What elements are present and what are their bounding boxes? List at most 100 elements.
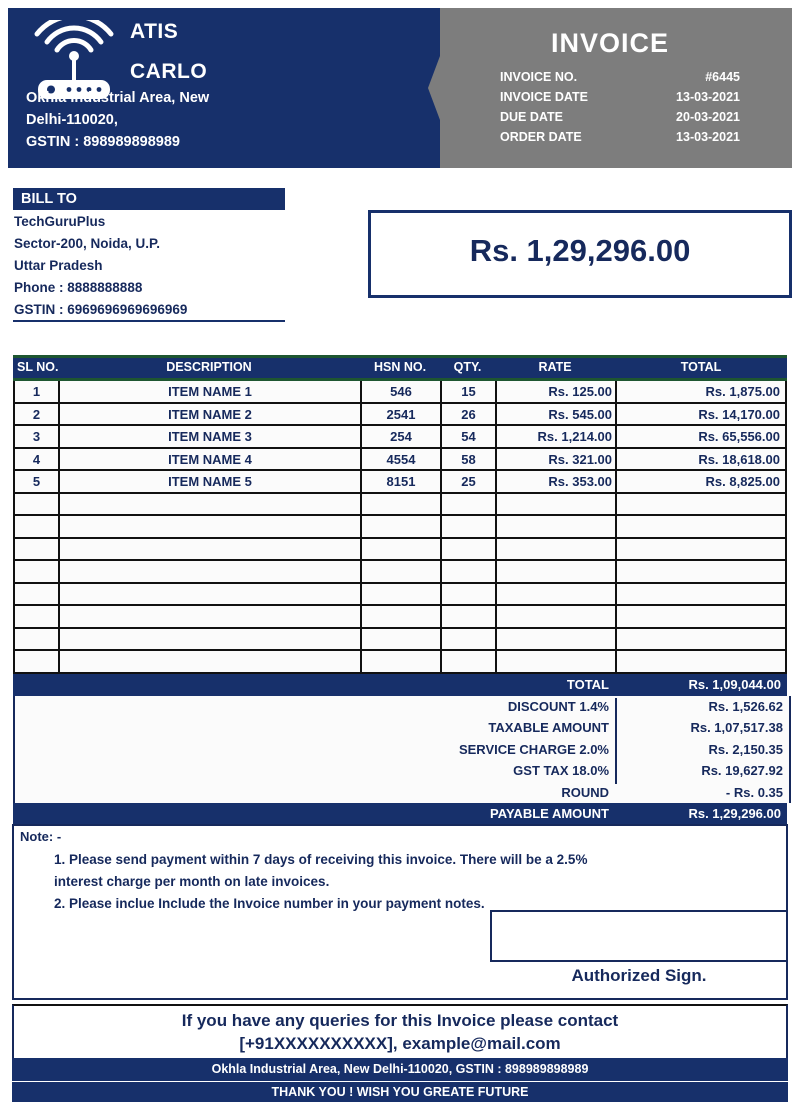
grand-total-box: Rs. 1,29,296.00 [368, 210, 792, 298]
invoice-number-row: INVOICE NO. #6445 [500, 70, 778, 89]
note-line-2: interest charge per month on late invoic… [54, 874, 330, 889]
gst-tax-value: Rs. 19,627.92 [701, 763, 783, 778]
service-charge-value: Rs. 2,150.35 [708, 741, 783, 757]
item-cell-total [615, 561, 787, 584]
item-cell-description [58, 538, 360, 561]
item-cell-rate: Rs. 321.00 [495, 448, 615, 471]
discount-label: DISCOUNT 1.4% [507, 698, 609, 714]
column-header-qty: QTY. [453, 360, 482, 374]
item-cell-rate [495, 606, 615, 629]
item-cell-description [58, 516, 360, 539]
bill-to-state: Uttar Pradesh [14, 258, 103, 273]
footer-address-bar: Okhla Industrial Area, New Delhi-110020,… [12, 1058, 788, 1081]
order-date-value: 13-03-2021 [676, 130, 740, 144]
table-row[interactable] [13, 606, 787, 629]
payable-amount-label: PAYABLE AMOUNT [490, 806, 609, 821]
item-cell-sl [13, 583, 58, 606]
item-cell-description [58, 651, 360, 674]
item-cell-total [615, 516, 787, 539]
invoice-page: ATIS CARLO Okhla Industrial Area, New De… [0, 0, 800, 1109]
table-row[interactable] [13, 651, 787, 674]
gst-tax-label: GST TAX 18.0% [513, 763, 609, 778]
item-cell-qty [440, 493, 495, 516]
item-cell-total [615, 538, 787, 561]
taxable-amount-label: TAXABLE AMOUNT [488, 720, 609, 735]
taxable-amount-value: Rs. 1,07,517.38 [690, 720, 783, 735]
item-cell-hsn [360, 628, 440, 651]
table-row[interactable] [13, 538, 787, 561]
brand-name-line1: ATIS [130, 20, 179, 43]
payable-amount-value: Rs. 1,29,296.00 [688, 806, 781, 821]
item-cell-sl [13, 651, 58, 674]
item-cell-qty [440, 628, 495, 651]
signature-box[interactable] [490, 910, 788, 962]
item-cell-total [615, 493, 787, 516]
item-cell-rate [495, 538, 615, 561]
table-row[interactable]: 3 ITEM NAME 3 254 54 Rs. 1,214.00 Rs. 65,556.… [13, 426, 787, 449]
bill-to-heading: BILL TO [21, 191, 77, 207]
item-cell-rate [495, 628, 615, 651]
invoice-meta-panel: INVOICE INVOICE NO. #6445 INVOICE DATE 1… [428, 8, 792, 168]
footer-contact-block: If you have any queries for this Invoice… [12, 1004, 788, 1058]
item-cell-rate: Rs. 125.00 [495, 381, 615, 404]
item-cell-hsn: 2541 [360, 403, 440, 426]
item-cell-description [58, 561, 360, 584]
footer-thanks-text: THANK YOU ! WISH YOU GREATE FUTURE [271, 1085, 529, 1099]
summary-row-taxable-amount: TAXABLE AMOUNT Rs. 1,07,517.38 [15, 717, 789, 739]
item-cell-qty [440, 583, 495, 606]
invoice-date-label: INVOICE DATE [500, 90, 588, 104]
item-cell-total: Rs. 14,170.00 [615, 403, 787, 426]
table-row[interactable]: 2 ITEM NAME 2 2541 26 Rs. 545.00 Rs. 14,170.0… [13, 403, 787, 426]
item-cell-hsn: 8151 [360, 471, 440, 494]
invoice-number-label: INVOICE NO. [500, 70, 578, 84]
item-cell-hsn: 546 [360, 381, 440, 404]
table-row[interactable] [13, 583, 787, 606]
bill-to-phone: Phone : 8888888888 [14, 280, 143, 295]
note-line-3: 2. Please inclue Include the Invoice num… [54, 896, 485, 911]
table-row[interactable] [13, 493, 787, 516]
bill-to-heading-bar: BILL TO [13, 188, 285, 210]
due-date-row: DUE DATE 20-03-2021 [500, 110, 778, 129]
table-row[interactable]: 4 ITEM NAME 4 4554 58 Rs. 321.00 Rs. 18,618.0… [13, 448, 787, 471]
item-cell-rate [495, 493, 615, 516]
footer-address-text: Okhla Industrial Area, New Delhi-110020,… [211, 1062, 589, 1076]
item-cell-description [58, 583, 360, 606]
item-cell-sl: 5 [13, 471, 58, 494]
table-row[interactable] [13, 516, 787, 539]
table-row[interactable]: 5 ITEM NAME 5 8151 25 Rs. 353.00 Rs. 8,825.00 [13, 471, 787, 494]
table-row[interactable] [13, 561, 787, 584]
due-date-label: DUE DATE [500, 110, 563, 124]
table-row[interactable]: 1 ITEM NAME 1 546 15 Rs. 125.00 Rs. 1,875.00 [13, 381, 787, 404]
company-address-line-2: Delhi-110020, [26, 112, 118, 128]
invoice-number-value: #6445 [705, 70, 740, 84]
table-row[interactable] [13, 628, 787, 651]
item-cell-qty [440, 606, 495, 629]
item-cell-rate [495, 561, 615, 584]
item-cell-description: ITEM NAME 2 [58, 403, 360, 426]
item-cell-total: Rs. 65,556.00 [615, 426, 787, 449]
column-header-description: DESCRIPTION [166, 360, 252, 374]
brand-name-line2: CARLO [130, 60, 208, 83]
item-cell-rate: Rs. 545.00 [495, 403, 615, 426]
item-cell-total: Rs. 8,825.00 [615, 471, 787, 494]
company-address-line-1: Okhla Industrial Area, New [26, 90, 210, 106]
round-label: ROUND [561, 784, 609, 800]
item-cell-rate [495, 651, 615, 674]
item-cell-qty: 25 [440, 471, 495, 494]
item-cell-qty: 15 [440, 381, 495, 404]
item-cell-total [615, 583, 787, 606]
company-gstin: GSTIN : 898989898989 [26, 134, 180, 150]
item-cell-qty [440, 561, 495, 584]
items-total-value: Rs. 1,09,044.00 [688, 676, 781, 692]
footer-thanks-bar: THANK YOU ! WISH YOU GREATE FUTURE [12, 1081, 788, 1102]
item-cell-hsn [360, 516, 440, 539]
item-cell-qty [440, 651, 495, 674]
item-cell-qty: 54 [440, 426, 495, 449]
item-cell-sl [13, 538, 58, 561]
item-cell-hsn [360, 493, 440, 516]
invoice-date-row: INVOICE DATE 13-03-2021 [500, 90, 778, 109]
item-cell-sl: 4 [13, 448, 58, 471]
item-cell-qty [440, 516, 495, 539]
column-header-rate: RATE [538, 360, 572, 374]
bill-to-name: TechGuruPlus [14, 214, 106, 229]
